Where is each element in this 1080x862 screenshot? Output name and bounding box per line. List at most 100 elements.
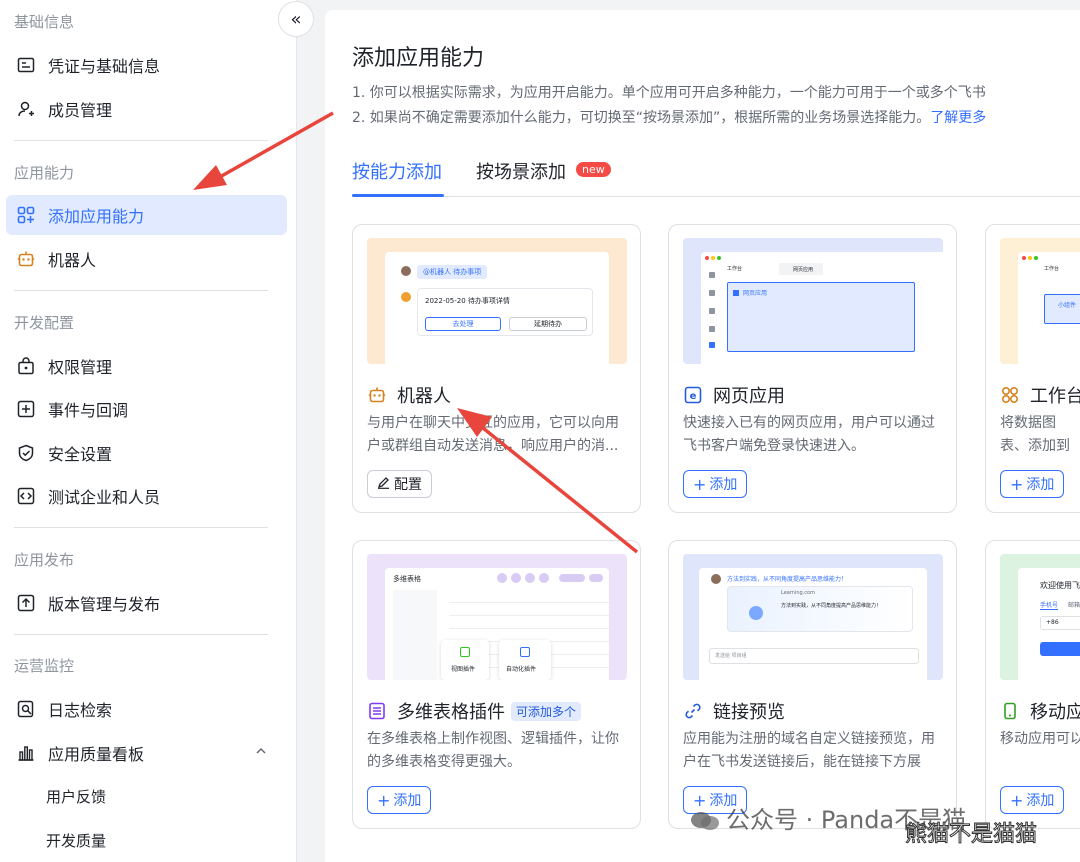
card-description: 在多维表格上制作视图、逻辑插件，让你的多维表格变得更强大。 [367, 731, 619, 770]
sidebar-item-quality-board[interactable]: 应用质量看板 [6, 733, 287, 773]
preview-btn-delay: 延期待办 [509, 317, 587, 331]
sidebar-item-label: 凭证与基础信息 [48, 57, 161, 76]
configure-button[interactable]: 配置 [367, 470, 432, 498]
card-description: 移动应用可以 [1000, 731, 1080, 747]
double-chevron-left-icon: « [290, 8, 302, 30]
sidebar-item-permissions[interactable]: 权限管理 [6, 346, 287, 386]
new-badge: new [576, 162, 611, 177]
sidebar-item-label: 权限管理 [48, 358, 113, 377]
active-tab-indicator [352, 194, 444, 197]
preview-view-plugin: 视图插件 [451, 666, 476, 673]
upload-icon [16, 593, 36, 613]
preview-mention: @机器人 待办事项 [417, 265, 488, 279]
card-title-text: 链接预览 [713, 702, 785, 723]
preview-email-tab: 邮箱 [1068, 602, 1080, 609]
sidebar-item-label: 事件与回调 [48, 401, 129, 420]
log-search-icon [16, 699, 36, 719]
sidebar-item-version[interactable]: 版本管理与发布 [6, 583, 287, 623]
workbench-icon [1000, 385, 1020, 405]
svg-text:e: e [690, 391, 697, 402]
collapse-sidebar-button[interactable]: « [278, 1, 314, 37]
group-title-basic: 基础信息 [14, 13, 75, 31]
add-button[interactable]: + 添加 [683, 470, 748, 498]
sidebar: 基础信息 凭证与基础信息 成员管理 应用能力 添加应用能力 机器人 开发配置 权… [0, 0, 297, 862]
link-icon [683, 701, 703, 721]
sidebar-item-user-feedback[interactable]: 用户反馈 [6, 776, 287, 816]
capability-card-link-preview[interactable]: 方法到实践，从不同角度提高产品思维能力！ Learning.com 方法到实践，… [668, 540, 957, 829]
preview-webapp-box: 网页应用 [743, 290, 768, 297]
sidebar-item-label: 成员管理 [48, 101, 113, 120]
sidebar-item-add-capability[interactable]: 添加应用能力 [6, 195, 287, 235]
card-description: 快速接入已有的网页应用，用户可以通过飞书客户端免登录快速进入。 [683, 415, 935, 454]
preview-tab-workbench: 工作台 [1044, 266, 1060, 272]
preview-welcome: 欢迎使用飞 [1040, 581, 1080, 590]
group-title-ops: 运营监控 [14, 657, 75, 675]
capability-card-workbench[interactable]: 工作台 小组件 工作台 将数据图表、添加到工作台 +添加 [985, 224, 1080, 513]
button-label: 添加 [1026, 793, 1055, 809]
chart-icon [16, 743, 36, 763]
card-title: 机器人 [367, 382, 451, 408]
group-title-dev: 开发配置 [14, 314, 75, 332]
sidebar-item-label: 测试企业和人员 [48, 488, 161, 507]
learn-more-link[interactable]: 了解更多 [930, 110, 986, 126]
preview-automation-plugin: 自动化插件 [506, 666, 537, 673]
sidebar-item-events[interactable]: 事件与回调 [6, 389, 287, 429]
card-title-text: 机器人 [397, 386, 451, 407]
card-title: 链接预览 [683, 698, 785, 724]
tab-divider [352, 196, 1080, 197]
robot-icon [367, 385, 387, 405]
button-label: 添加 [1026, 477, 1055, 493]
mobile-preview-image: 欢迎使用飞 手机号 邮箱 +86 [1000, 554, 1080, 680]
preview-phone-tab: 手机号 [1040, 602, 1059, 610]
sidebar-item-test[interactable]: 测试企业和人员 [6, 476, 287, 516]
web-app-preview-image: 工作台 网页应用 网页应用 [683, 238, 943, 364]
sidebar-item-security[interactable]: 安全设置 [6, 433, 287, 473]
capability-card-web-app[interactable]: 工作台 网页应用 网页应用 e 网页应用 快速接入已有的网页应用，用户可以通过飞书… [668, 224, 957, 513]
card-title-text: 移动应 [1030, 702, 1080, 723]
button-label: 配置 [394, 477, 422, 493]
sidebar-item-members[interactable]: 成员管理 [6, 89, 287, 129]
group-title-capability: 应用能力 [14, 164, 75, 182]
preview-btn-handle: 去处理 [425, 317, 501, 331]
chevron-up-icon[interactable] [254, 743, 268, 762]
preview-input: 发送给 项目组 [715, 653, 747, 659]
sidebar-item-log-search[interactable]: 日志检索 [6, 689, 287, 729]
capability-card-robot[interactable]: @机器人 待办事项 2022-05-20 待办事项详情 去处理 延期待办 机器人… [352, 224, 641, 513]
description-line-1: 1. 你可以根据实际需求，为应用开启能力。单个应用可开启多种能力，一个能力可用于… [352, 85, 986, 101]
add-button[interactable]: + 添加 [1000, 470, 1065, 498]
add-button[interactable]: + 添加 [367, 786, 432, 814]
group-title-release: 应用发布 [14, 551, 75, 569]
add-capability-icon [16, 205, 36, 225]
sidebar-item-credentials[interactable]: 凭证与基础信息 [6, 45, 287, 85]
permission-icon [16, 356, 36, 376]
sidebar-item-label: 应用质量看板 [48, 745, 145, 764]
plus-icon: + [1010, 474, 1024, 494]
description-line-2: 2. 如果尚不确定需要添加什么能力，可切换至“按场景添加”，根据所需的业务场景选… [352, 107, 986, 127]
mobile-icon [1000, 701, 1020, 721]
capability-card-bitable-plugin[interactable]: 多维表格 视图插件 自动化插件 多维表格插件 可添加多个 在多维表格上制作视图、逻… [352, 540, 641, 829]
plus-icon: + [377, 790, 391, 810]
plus-icon: + [693, 474, 707, 494]
button-label: 添加 [709, 477, 738, 493]
watermark-overlay: 熊猫不是猫猫 [904, 822, 1038, 848]
button-label: 添加 [393, 793, 422, 809]
divider [14, 290, 268, 291]
bitable-preview-image: 多维表格 视图插件 自动化插件 [367, 554, 627, 680]
capability-card-mobile-app[interactable]: 欢迎使用飞 手机号 邮箱 +86 移动应 移动应用可以 + 添加 [985, 540, 1080, 829]
workbench-preview-image: 工作台 小组件 [1000, 238, 1080, 364]
sidebar-item-dev-quality[interactable]: 开发质量 [6, 820, 287, 860]
preview-country-code: +86 [1046, 619, 1059, 626]
sidebar-item-label: 用户反馈 [46, 787, 107, 806]
add-button[interactable]: + 添加 [1000, 786, 1065, 814]
plus-icon: + [1010, 790, 1024, 810]
credential-icon [16, 55, 36, 75]
web-app-icon: e [683, 385, 703, 405]
card-title: e 网页应用 [683, 382, 785, 408]
sidebar-item-robot[interactable]: 机器人 [6, 239, 287, 279]
multiple-tag: 可添加多个 [511, 701, 582, 721]
sidebar-item-label: 开发质量 [46, 831, 107, 850]
divider [14, 527, 268, 528]
tab-by-scenario[interactable]: 按场景添加 [476, 158, 566, 184]
shield-icon [16, 443, 36, 463]
tab-by-capability[interactable]: 按能力添加 [352, 158, 442, 184]
